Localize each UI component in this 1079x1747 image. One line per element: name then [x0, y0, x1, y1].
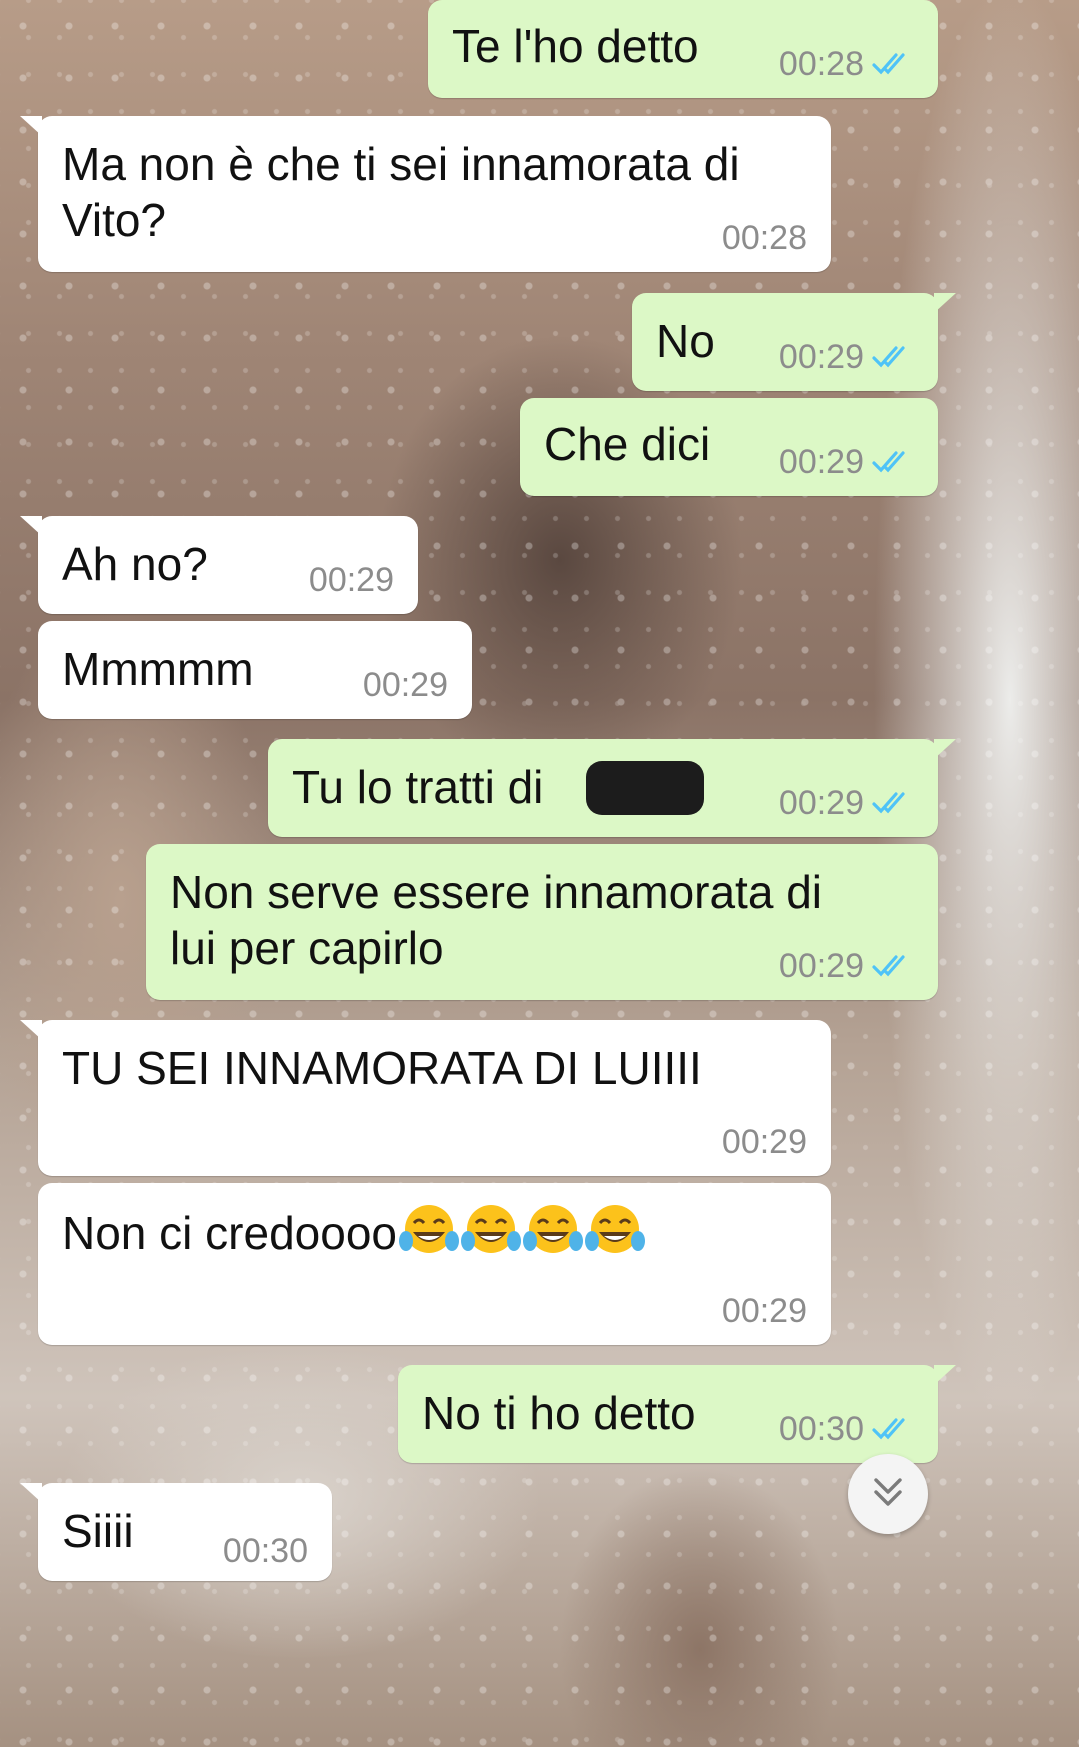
message-bubble-incoming[interactable]: Siiii 00:30 — [20, 1483, 332, 1581]
message-meta: 00:29 — [722, 1122, 807, 1162]
double-check-icon — [872, 791, 914, 815]
message-text: Che dici — [544, 418, 711, 470]
message-meta: 00:29 — [309, 560, 394, 600]
double-check-icon — [872, 450, 914, 474]
message-text: Ah no? — [62, 538, 208, 590]
message-meta: 00:29 — [779, 783, 914, 823]
scroll-to-bottom-button[interactable] — [848, 1454, 928, 1534]
message-meta: 00:30 — [779, 1409, 914, 1449]
message-time: 00:29 — [721, 1292, 807, 1330]
message-text: Ma non è che ti sei innamorata di Vito? — [62, 138, 740, 246]
message-meta: 00:29 — [779, 946, 914, 986]
message-meta: 00:28 — [779, 44, 914, 84]
message-time: 00:29 — [308, 561, 394, 599]
message-bubble-incoming[interactable]: Ma non è che ti sei innamorata di Vito? … — [20, 116, 831, 272]
message-text: Mmmmm — [62, 643, 254, 695]
message-time: 00:30 — [778, 1410, 864, 1448]
double-check-icon — [872, 345, 914, 369]
message-time: 00:29 — [778, 443, 864, 481]
face-with-tears-of-joy-icon — [522, 1203, 583, 1271]
face-with-tears-of-joy-icon — [460, 1203, 521, 1271]
message-time: 00:29 — [778, 338, 864, 376]
message-bubble-outgoing[interactable]: Che dici 00:29 — [520, 398, 938, 496]
message-bubble-outgoing[interactable]: No 00:29 — [632, 293, 956, 391]
message-time: 00:30 — [222, 1532, 308, 1570]
message-bubble-incoming[interactable]: Non ci credoooo 00:29 — [38, 1183, 831, 1345]
message-bubble-outgoing[interactable]: Tu lo tratti di a 00:29 — [268, 739, 956, 837]
message-text-body: Non ci credoooo — [62, 1207, 397, 1260]
message-text: No — [656, 315, 715, 367]
message-bubble-incoming[interactable]: Mmmmm 00:29 — [38, 621, 472, 719]
message-meta: 00:29 — [722, 1291, 807, 1331]
double-check-icon — [872, 954, 914, 978]
message-text: TU SEI INNAMORATA DI LUIIII — [62, 1042, 702, 1094]
message-time: 00:29 — [778, 784, 864, 822]
message-time: 00:28 — [778, 45, 864, 83]
message-bubble-outgoing[interactable]: Te l'ho detto 00:28 — [428, 0, 938, 98]
message-bubble-incoming[interactable]: TU SEI INNAMORATA DI LUIIII 00:29 — [20, 1020, 831, 1176]
message-bubble-outgoing[interactable]: No ti ho detto 00:30 — [398, 1365, 956, 1463]
message-text: No ti ho detto — [422, 1387, 696, 1439]
message-meta: 00:29 — [779, 442, 914, 482]
message-text: Siiii — [62, 1505, 134, 1557]
face-with-tears-of-joy-icon — [398, 1203, 459, 1271]
message-time: 00:29 — [362, 666, 448, 704]
double-check-icon — [872, 1417, 914, 1441]
message-text-start: Tu lo tratti di — [292, 761, 557, 813]
message-meta: 00:29 — [779, 337, 914, 377]
double-check-icon — [872, 52, 914, 76]
message-time: 00:29 — [778, 947, 864, 985]
face-with-tears-of-joy-icon — [584, 1203, 645, 1271]
message-time: 00:28 — [721, 219, 807, 257]
chevron-double-down-icon — [868, 1472, 908, 1517]
message-meta: 00:28 — [722, 218, 807, 258]
message-time: 00:29 — [721, 1123, 807, 1161]
redaction-box — [586, 761, 704, 815]
message-text: Te l'ho detto — [452, 20, 699, 72]
message-bubble-outgoing[interactable]: Non serve essere innamorata di lui per c… — [146, 844, 938, 1000]
message-meta: 00:29 — [363, 665, 448, 705]
message-text: Non serve essere innamorata di lui per c… — [170, 866, 822, 974]
message-bubble-incoming[interactable]: Ah no? 00:29 — [20, 516, 418, 614]
message-meta: 00:30 — [223, 1531, 308, 1571]
message-text: Non ci credoooo — [62, 1203, 645, 1271]
